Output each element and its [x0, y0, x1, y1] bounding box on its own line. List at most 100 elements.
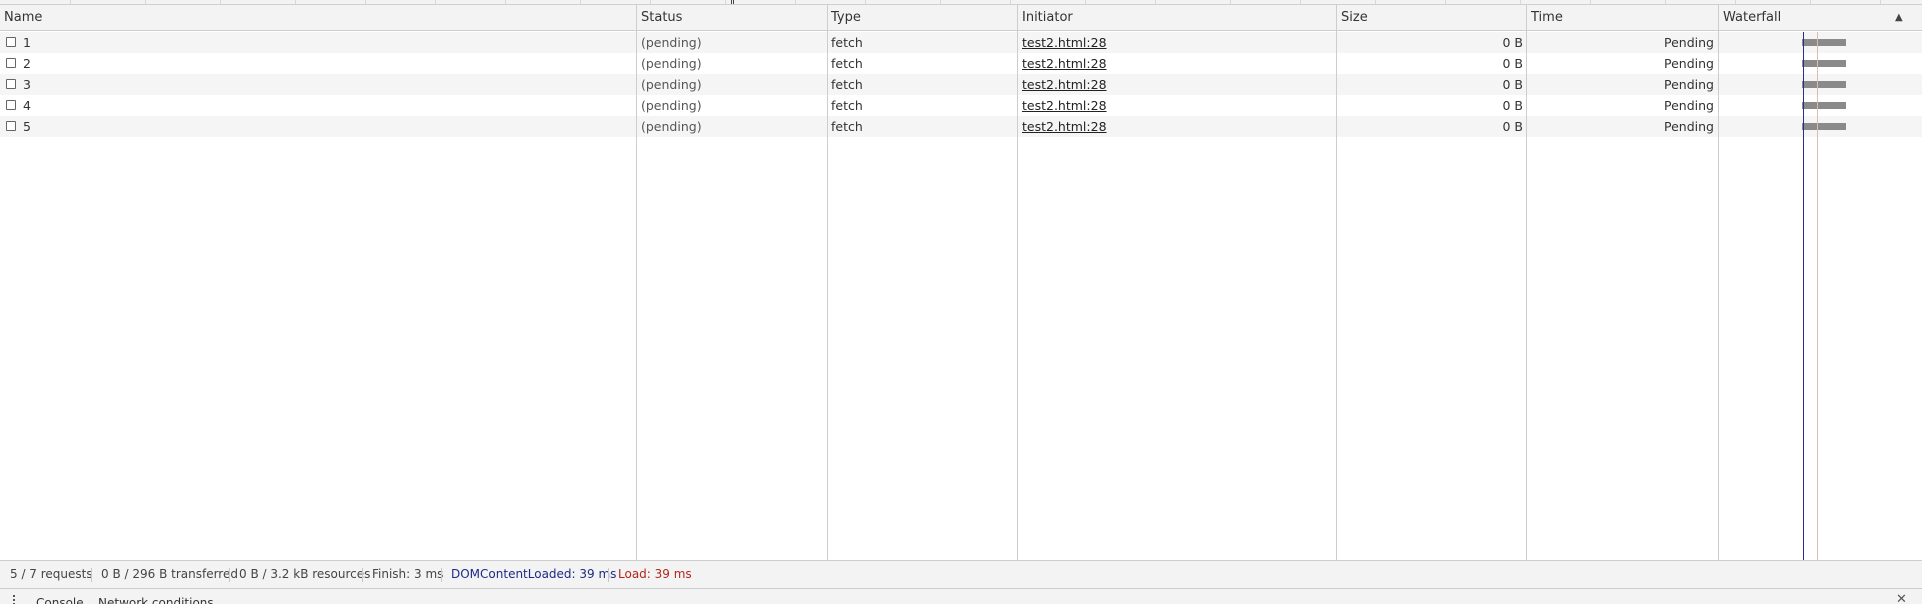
timeline-tick: [365, 0, 366, 4]
request-list: 1 (pending) fetch test2.html:28 0 B Pend…: [0, 32, 1922, 137]
cell-size: 0 B: [1502, 77, 1523, 92]
drawer-tabbar: Console Network conditions ✕: [0, 588, 1922, 604]
cell-size: 0 B: [1502, 35, 1523, 50]
table-header: Name Status Type Initiator Size Time Wat…: [0, 5, 1922, 31]
cell-time: Pending: [1664, 98, 1714, 113]
row-checkbox[interactable]: [6, 58, 16, 68]
cell-status: (pending): [641, 35, 702, 50]
cell-status: (pending): [641, 119, 702, 134]
timeline-tick: [1375, 0, 1376, 4]
cell-time: Pending: [1664, 56, 1714, 71]
waterfall-bar: [1802, 60, 1846, 67]
cell-type: fetch: [831, 56, 863, 71]
cell-initiator-link[interactable]: test2.html:28: [1022, 95, 1107, 116]
cell-status: (pending): [641, 77, 702, 92]
cell-time: Pending: [1664, 77, 1714, 92]
sort-ascending-icon[interactable]: ▲: [1895, 5, 1903, 31]
tab-network-conditions[interactable]: Network conditions: [98, 596, 214, 604]
cell-type: fetch: [831, 119, 863, 134]
column-divider[interactable]: [1017, 5, 1018, 560]
row-checkbox[interactable]: [6, 100, 16, 110]
cell-status: (pending): [641, 98, 702, 113]
summary-divider: [362, 568, 363, 582]
timeline-tick: [1520, 0, 1521, 4]
table-row[interactable]: 5 (pending) fetch test2.html:28 0 B Pend…: [0, 116, 1922, 137]
column-divider[interactable]: [1526, 5, 1527, 560]
cell-initiator-link[interactable]: test2.html:28: [1022, 32, 1107, 53]
column-header-size[interactable]: Size: [1341, 5, 1368, 31]
timeline-tick: [295, 0, 296, 4]
load-time: Load: 39 ms: [618, 567, 692, 581]
timeline-tick: [865, 0, 866, 4]
column-header-status[interactable]: Status: [641, 5, 682, 31]
table-row[interactable]: 2 (pending) fetch test2.html:28 0 B Pend…: [0, 53, 1922, 74]
timeline-tick: [1155, 0, 1156, 4]
cell-size: 0 B: [1502, 56, 1523, 71]
timeline-tick: [1735, 0, 1736, 4]
summary-divider: [441, 568, 442, 582]
row-checkbox[interactable]: [6, 121, 16, 131]
cell-name: 2: [23, 56, 31, 71]
timeline-tick: [940, 0, 941, 4]
column-header-waterfall[interactable]: Waterfall: [1723, 5, 1781, 31]
column-divider[interactable]: [827, 5, 828, 560]
kebab-menu-icon[interactable]: [13, 595, 15, 604]
cell-type: fetch: [831, 98, 863, 113]
column-header-initiator[interactable]: Initiator: [1022, 5, 1073, 31]
timeline-tick: [1810, 0, 1811, 4]
summary-bar: 5 / 7 requests 0 B / 296 B transferred 0…: [0, 560, 1922, 588]
table-row[interactable]: 3 (pending) fetch test2.html:28 0 B Pend…: [0, 74, 1922, 95]
waterfall-bar: [1802, 123, 1846, 130]
column-divider[interactable]: [1336, 5, 1337, 560]
timeline-tick: [580, 0, 581, 4]
table-row[interactable]: 1 (pending) fetch test2.html:28 0 B Pend…: [0, 32, 1922, 53]
column-header-name[interactable]: Name: [4, 5, 42, 31]
resources-size: 0 B / 3.2 kB resources: [239, 567, 371, 581]
timeline-tick: [725, 0, 726, 4]
domcontentloaded-event-line: [1803, 32, 1804, 560]
load-event-line: [1817, 32, 1818, 560]
waterfall-bar: [1802, 39, 1846, 46]
requests-count: 5 / 7 requests: [10, 567, 93, 581]
tab-console[interactable]: Console: [36, 596, 84, 604]
devtools-network-panel: Name Status Type Initiator Size Time Wat…: [0, 0, 1922, 604]
cell-initiator-link[interactable]: test2.html:28: [1022, 116, 1107, 137]
cell-time: Pending: [1664, 35, 1714, 50]
timeline-tick: [1230, 0, 1231, 4]
summary-divider: [229, 568, 230, 582]
summary-divider: [91, 568, 92, 582]
cell-name: 5: [23, 119, 31, 134]
cell-size: 0 B: [1502, 119, 1523, 134]
column-divider[interactable]: [1718, 5, 1719, 560]
timeline-tick: [650, 0, 651, 4]
timeline-tick: [435, 0, 436, 4]
cell-type: fetch: [831, 35, 863, 50]
column-divider[interactable]: [636, 5, 637, 560]
cell-status: (pending): [641, 56, 702, 71]
table-row[interactable]: 4 (pending) fetch test2.html:28 0 B Pend…: [0, 95, 1922, 116]
cell-type: fetch: [831, 77, 863, 92]
timeline-tick: [1665, 0, 1666, 4]
summary-divider: [608, 568, 609, 582]
cell-initiator-link[interactable]: test2.html:28: [1022, 53, 1107, 74]
column-header-type[interactable]: Type: [831, 5, 861, 31]
cell-time: Pending: [1664, 119, 1714, 134]
domcontentloaded-time: DOMContentLoaded: 39 ms: [451, 567, 617, 581]
column-header-time[interactable]: Time: [1531, 5, 1563, 31]
waterfall-bar: [1802, 102, 1846, 109]
timeline-tick: [1085, 0, 1086, 4]
cell-name: 4: [23, 98, 31, 113]
timeline-tick: [220, 0, 221, 4]
timeline-tick: [1300, 0, 1301, 4]
timeline-marker: [731, 0, 734, 4]
row-checkbox[interactable]: [6, 37, 16, 47]
cell-name: 1: [23, 35, 31, 50]
close-icon[interactable]: ✕: [1896, 592, 1907, 604]
cell-initiator-link[interactable]: test2.html:28: [1022, 74, 1107, 95]
timeline-tick: [795, 0, 796, 4]
timeline-tick: [70, 0, 71, 4]
waterfall-bar: [1802, 81, 1846, 88]
row-checkbox[interactable]: [6, 79, 16, 89]
timeline-tick: [505, 0, 506, 4]
timeline-tick: [1010, 0, 1011, 4]
